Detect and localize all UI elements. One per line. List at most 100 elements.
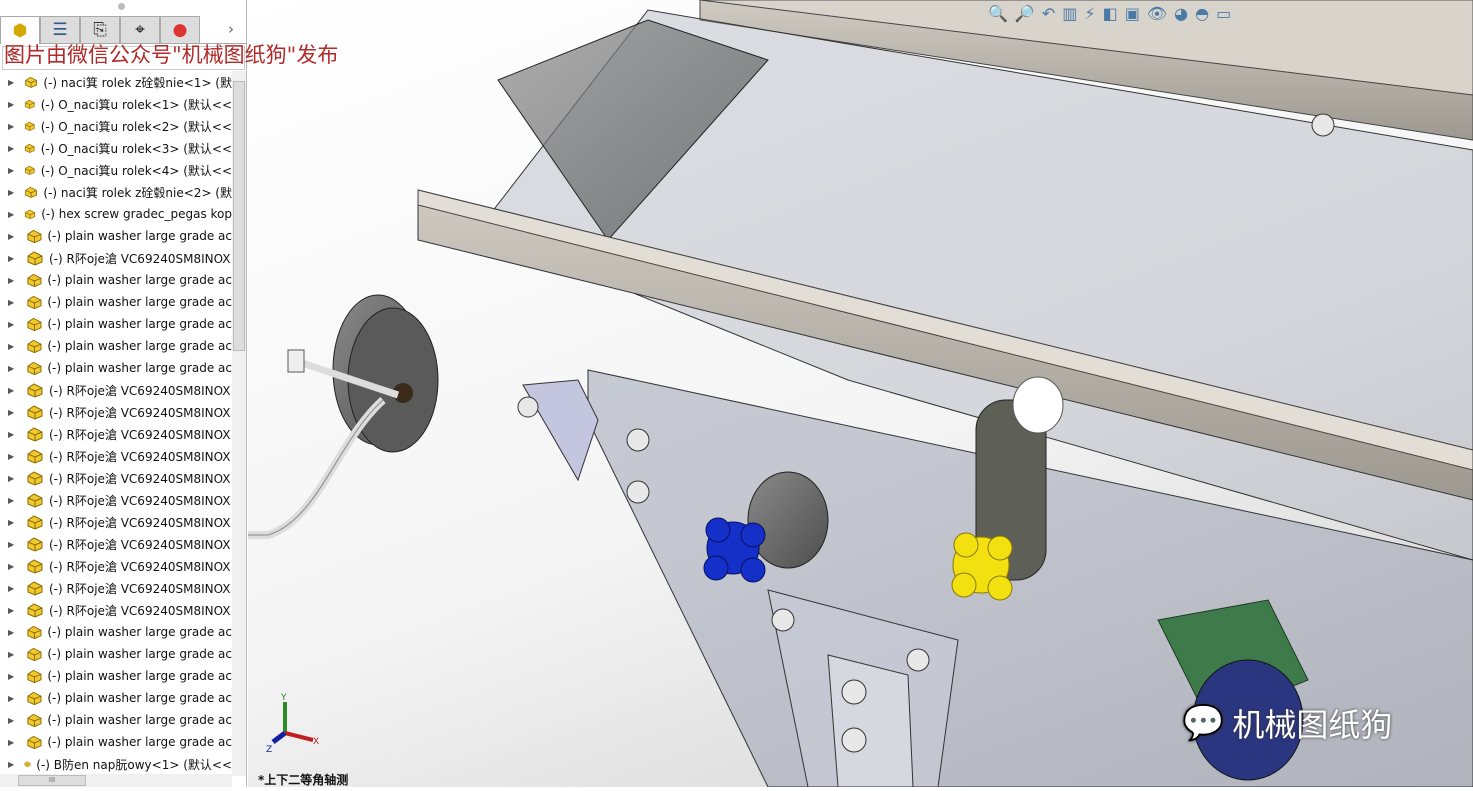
tree-item[interactable]: ▶ (-) plain washer large grade ac (0, 687, 232, 709)
scroll-thumb[interactable]: III (18, 775, 86, 786)
tree-item-label: (-) R阫oje滄 VC69240SM8INOX (49, 471, 231, 486)
apply-scene-icon[interactable]: ◓ (1195, 4, 1209, 23)
tree-item[interactable]: ▶ (-) plain washer large grade ac (0, 731, 232, 753)
expand-arrow-icon[interactable]: ▶ (8, 672, 16, 681)
expand-arrow-icon[interactable]: ▶ (8, 276, 16, 285)
view-orientation-icon[interactable]: ◧ (1103, 4, 1118, 23)
tree-item[interactable]: ▶ (-) naci箕 rolek z硂毂nie<1> (默 (0, 71, 232, 93)
expand-arrow-icon[interactable]: ▶ (8, 584, 16, 593)
tree-item[interactable]: ▶ (-) R阫oje滄 VC69240SM8INOX (0, 489, 232, 511)
heads-up-toolbar: 🔍 🔎 ↶ ▥ ⚡ ◧ ▣ 👁 ◕ ◓ ▭ (988, 0, 1231, 26)
tree-item[interactable]: ▶ (-) R阫oje滄 VC69240SM8INOX (0, 577, 232, 599)
component-icon (27, 493, 43, 508)
tree-item[interactable]: ▶ (-) plain washer large grade ac (0, 225, 232, 247)
expand-arrow-icon[interactable]: ▶ (8, 254, 16, 263)
expand-arrow-icon[interactable]: ▶ (8, 562, 16, 571)
tree-item[interactable]: ▶ (-) R阫oje滄 VC69240SM8INOX (0, 401, 232, 423)
yellow-knob (951, 532, 1013, 601)
tree-item[interactable]: ▶ (-) naci箕 rolek z硂毂nie<2> (默 (0, 181, 232, 203)
expand-arrow-icon[interactable]: ▶ (8, 738, 16, 747)
panel-grip[interactable] (118, 3, 125, 10)
previous-view-icon[interactable]: ↶ (1042, 4, 1055, 23)
tree-item[interactable]: ▶ (-) B防en nap朊owy<1> (默认<< (0, 753, 232, 775)
tree-item[interactable]: ▶ (-) R阫oje滄 VC69240SM8INOX (0, 379, 232, 401)
display-manager-icon: ● (172, 20, 188, 40)
expand-arrow-icon[interactable]: ▶ (8, 628, 16, 637)
tree-item[interactable]: ▶ (-) R阫oje滄 VC69240SM8INOX (0, 511, 232, 533)
expand-arrow-icon[interactable]: ▶ (8, 78, 14, 87)
expand-arrow-icon[interactable]: ▶ (8, 452, 16, 461)
expand-arrow-icon[interactable]: ▶ (8, 210, 14, 219)
expand-arrow-icon[interactable]: ▶ (8, 166, 14, 175)
assembly-icon: ⬢ (12, 20, 28, 41)
tree-item[interactable]: ▶ (-) plain washer large grade ac (0, 357, 232, 379)
scroll-thumb[interactable] (233, 81, 245, 351)
zoom-to-area-icon[interactable]: 🔎 (1015, 4, 1035, 23)
component-icon (26, 339, 41, 354)
graphics-viewport[interactable]: 🔍 🔎 ↶ ▥ ⚡ ◧ ▣ 👁 ◕ ◓ ▭ (248, 0, 1473, 788)
edit-appearance-icon[interactable]: ◕ (1174, 4, 1188, 23)
tree-item[interactable]: ▶ (-) plain washer large grade ac (0, 291, 232, 313)
tree-item[interactable]: ▶ (-) plain washer large grade ac (0, 665, 232, 687)
expand-arrow-icon[interactable]: ▶ (8, 650, 16, 659)
tree-item-label: (-) O_naci箕u rolek<4> (默认<< (40, 163, 232, 178)
chevron-right-icon[interactable]: › (228, 20, 234, 38)
expand-arrow-icon[interactable]: ▶ (8, 430, 16, 439)
tree-item[interactable]: ▶ (-) R阫oje滄 VC69240SM8INOX (0, 423, 232, 445)
section-view-icon[interactable]: ▥ (1062, 4, 1077, 23)
expand-arrow-icon[interactable]: ▶ (8, 474, 16, 483)
tree-item[interactable]: ▶ (-) hex screw gradec_pegas kop (0, 203, 232, 225)
expand-arrow-icon[interactable]: ▶ (8, 364, 16, 373)
zoom-to-fit-icon[interactable]: 🔍 (988, 4, 1008, 23)
expand-arrow-icon[interactable]: ▶ (8, 386, 16, 395)
tree-item[interactable]: ▶ (-) O_naci箕u rolek<2> (默认<< (0, 115, 232, 137)
tree-item[interactable]: ▶ (-) plain washer large grade ac (0, 269, 232, 291)
tree-item[interactable]: ▶ (-) R阫oje滄 VC69240SM8INOX (0, 555, 232, 577)
expand-arrow-icon[interactable]: ▶ (8, 760, 14, 769)
expand-arrow-icon[interactable]: ▶ (8, 320, 16, 329)
horizontal-scrollbar[interactable]: III (0, 774, 232, 787)
expand-arrow-icon[interactable]: ▶ (8, 188, 14, 197)
tree-item[interactable]: ▶ (-) plain washer large grade ac (0, 621, 232, 643)
expand-arrow-icon[interactable]: ▶ (8, 232, 16, 241)
tree-item[interactable]: ▶ (-) R阫oje滄 VC69240SM8INOX (0, 467, 232, 489)
axis-triad: Y X Z (263, 690, 333, 764)
component-icon (27, 559, 43, 574)
tree-item-label: (-) O_naci箕u rolek<2> (默认<< (40, 119, 232, 134)
expand-arrow-icon[interactable]: ▶ (8, 408, 16, 417)
expand-arrow-icon[interactable]: ▶ (8, 342, 16, 351)
tree-item[interactable]: ▶ (-) R阫oje滄 VC69240SM8INOX (0, 599, 232, 621)
axis-label-y: Y (280, 693, 287, 703)
expand-arrow-icon[interactable]: ▶ (8, 518, 16, 527)
expand-arrow-icon[interactable]: ▶ (8, 100, 14, 109)
hide-show-icon[interactable]: 👁 (1147, 4, 1167, 23)
watermark-bottom-text: 机械图纸狗 (1232, 706, 1393, 744)
component-icon (26, 273, 41, 288)
display-style-icon[interactable]: ▣ (1125, 4, 1140, 23)
tree-item[interactable]: ▶ (-) O_naci箕u rolek<3> (默认<< (0, 137, 232, 159)
expand-arrow-icon[interactable]: ▶ (8, 606, 16, 615)
view-settings-icon[interactable]: ▭ (1216, 4, 1231, 23)
expand-arrow-icon[interactable]: ▶ (8, 540, 16, 549)
tree-item-label: (-) plain washer large grade ac (47, 229, 232, 243)
expand-arrow-icon[interactable]: ▶ (8, 144, 14, 153)
tree-item[interactable]: ▶ (-) O_naci箕u rolek<1> (默认<< (0, 93, 232, 115)
tree-item[interactable]: ▶ (-) plain washer large grade ac (0, 643, 232, 665)
tree-item[interactable]: ▶ (-) R阫oje滄 VC69240SM8INOX (0, 445, 232, 467)
expand-arrow-icon[interactable]: ▶ (8, 694, 16, 703)
vertical-scrollbar[interactable] (232, 71, 246, 776)
tree-item-label: (-) O_naci箕u rolek<3> (默认<< (40, 141, 232, 156)
expand-arrow-icon[interactable]: ▶ (8, 716, 16, 725)
tree-item[interactable]: ▶ (-) plain washer large grade ac (0, 313, 232, 335)
configuration-icon: ⎘ (93, 20, 107, 40)
tree-item[interactable]: ▶ (-) plain washer large grade ac (0, 709, 232, 731)
expand-arrow-icon[interactable]: ▶ (8, 298, 16, 307)
tree-item[interactable]: ▶ (-) plain washer large grade ac (0, 335, 232, 357)
tree-item[interactable]: ▶ (-) O_naci箕u rolek<4> (默认<< (0, 159, 232, 181)
component-icon (25, 165, 35, 175)
tree-item[interactable]: ▶ (-) R阫oje滄 VC69240SM8INOX (0, 247, 232, 269)
expand-arrow-icon[interactable]: ▶ (8, 122, 14, 131)
expand-arrow-icon[interactable]: ▶ (8, 496, 16, 505)
dynamic-annotation-icon[interactable]: ⚡ (1084, 4, 1095, 23)
tree-item[interactable]: ▶ (-) R阫oje滄 VC69240SM8INOX (0, 533, 232, 555)
